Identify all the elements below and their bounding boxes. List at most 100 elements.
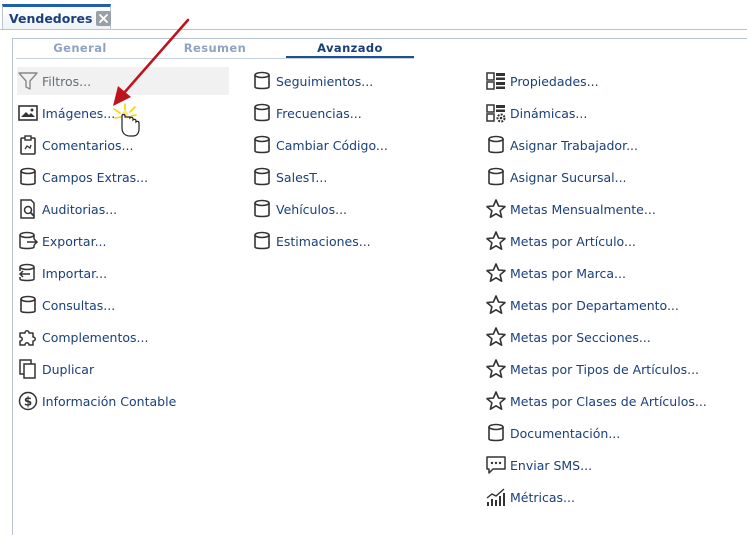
- database-icon: [251, 166, 273, 188]
- export-icon: [17, 230, 39, 252]
- database-icon: [251, 230, 273, 252]
- menu-item-dinamicas[interactable]: Dinámicas...: [485, 99, 587, 127]
- tab-resumen[interactable]: Resumen: [150, 40, 280, 59]
- dollar-icon: $: [17, 390, 39, 412]
- dynamic-icon: [485, 102, 507, 124]
- menu-item-label: Duplicar: [42, 361, 95, 377]
- menu-item-salest[interactable]: SalesT...: [251, 163, 327, 191]
- menu-item-propiedades[interactable]: Propiedades...: [485, 67, 599, 95]
- menu-item-vehiculos[interactable]: Vehículos...: [251, 195, 347, 223]
- menu-item-estimaciones[interactable]: Estimaciones...: [251, 227, 371, 255]
- database-icon: [251, 198, 273, 220]
- menu-item-metas-por-tipos-de-articulos[interactable]: Metas por Tipos de Artículos...: [485, 355, 699, 383]
- menu-item-label: Propiedades...: [510, 73, 599, 89]
- database-icon: [17, 294, 39, 316]
- star-icon: [485, 326, 507, 348]
- menu-item-campos-extras[interactable]: Campos Extras...: [17, 163, 148, 191]
- menu-item-complementos[interactable]: Complementos...: [17, 323, 148, 351]
- star-icon: [485, 358, 507, 380]
- puzzle-icon: [17, 326, 39, 348]
- menu-item-label: Importar...: [42, 265, 108, 281]
- tab-avanzado[interactable]: Avanzado: [286, 40, 414, 59]
- menu-item-label: Campos Extras...: [42, 169, 149, 185]
- menu-item-consultas[interactable]: Consultas...: [17, 291, 115, 319]
- star-icon: [485, 294, 507, 316]
- menu-item-enviar-sms[interactable]: Enviar SMS...: [485, 451, 592, 479]
- star-icon: [485, 198, 507, 220]
- audit-icon: [17, 198, 39, 220]
- window-tab-vendedores[interactable]: Vendedores: [2, 4, 111, 29]
- menu-item-label: Asignar Sucursal...: [510, 169, 627, 185]
- database-icon: [251, 70, 273, 92]
- menu-item-cambiar-codigo[interactable]: Cambiar Código...: [251, 131, 388, 159]
- tab-strip-divider: [0, 29, 747, 30]
- menu-item-label: Metas por Tipos de Artículos...: [510, 361, 700, 377]
- clipboard-icon: [17, 134, 39, 156]
- menu-item-asignar-trabajador[interactable]: Asignar Trabajador...: [485, 131, 638, 159]
- menu-item-asignar-sucursal[interactable]: Asignar Sucursal...: [485, 163, 627, 191]
- menu-item-label: Métricas...: [510, 489, 575, 505]
- import-icon: [17, 262, 39, 284]
- menu-item-label: Complementos...: [42, 329, 149, 345]
- menu-item-metas-por-secciones[interactable]: Metas por Secciones...: [485, 323, 651, 351]
- menu-item-imagenes[interactable]: Imágenes...: [17, 99, 115, 127]
- menu-item-frecuencias[interactable]: Frecuencias...: [251, 99, 362, 127]
- menu-item-auditorias[interactable]: Auditorias...: [17, 195, 117, 223]
- menu-item-label: SalesT...: [276, 169, 328, 185]
- database-icon: [485, 134, 507, 156]
- menu-item-label: Filtros...: [42, 73, 92, 89]
- menu-item-importar[interactable]: Importar...: [17, 259, 107, 287]
- menu-item-informacion-contable[interactable]: $ Información Contable: [17, 387, 176, 415]
- menu-item-label: Vehículos...: [276, 201, 348, 217]
- database-icon: [251, 102, 273, 124]
- properties-icon: [485, 70, 507, 92]
- menu-item-label: Auditorias...: [42, 201, 118, 217]
- menu-item-label: Seguimientos...: [276, 73, 374, 89]
- sms-icon: [485, 454, 507, 476]
- menu-item-label: Cambiar Código...: [276, 137, 388, 153]
- star-icon: [485, 230, 507, 252]
- tab-general[interactable]: General: [16, 40, 144, 59]
- menu-item-label: Metas por Artículo...: [510, 233, 636, 249]
- image-icon: [17, 102, 39, 124]
- menu-item-label: Enviar SMS...: [510, 457, 593, 473]
- database-icon: [485, 422, 507, 444]
- chart-icon: [485, 486, 507, 508]
- menu-item-metricas[interactable]: Métricas...: [485, 483, 575, 511]
- menu-item-documentacion[interactable]: Documentación...: [485, 419, 620, 447]
- menu-item-metas-por-marca[interactable]: Metas por Marca...: [485, 259, 626, 287]
- menu-item-label: Consultas...: [42, 297, 116, 313]
- menu-item-metas-mensualmente[interactable]: Metas Mensualmente...: [485, 195, 656, 223]
- menu-item-seguimientos[interactable]: Seguimientos...: [251, 67, 373, 95]
- menu-item-label: Frecuencias...: [276, 105, 362, 121]
- subtab-bar: General Resumen Avanzado: [16, 40, 416, 59]
- database-icon: [485, 166, 507, 188]
- menu-item-label: Documentación...: [510, 425, 621, 441]
- menu-item-label: Asignar Trabajador...: [510, 137, 638, 153]
- menu-item-filtros[interactable]: Filtros...: [17, 67, 229, 95]
- menu-item-metas-por-clases-de-articulos[interactable]: Metas por Clases de Artículos...: [485, 387, 707, 415]
- filter-icon: [17, 70, 39, 92]
- menu-item-metas-por-articulo[interactable]: Metas por Artículo...: [485, 227, 636, 255]
- copy-icon: [17, 358, 39, 380]
- svg-text:$: $: [24, 395, 32, 409]
- menu-item-label: Estimaciones...: [276, 233, 371, 249]
- menu-item-label: Exportar...: [42, 233, 107, 249]
- menu-item-exportar[interactable]: Exportar...: [17, 227, 107, 255]
- menu-item-label: Comentarios...: [42, 137, 134, 153]
- menu-item-label: Metas por Secciones...: [510, 329, 651, 345]
- close-icon[interactable]: [96, 11, 111, 26]
- menu-item-comentarios[interactable]: Comentarios...: [17, 131, 133, 159]
- subtab-divider: [16, 58, 414, 59]
- menu-item-label: Metas por Marca...: [510, 265, 626, 281]
- menu-item-label: Información Contable: [42, 393, 177, 409]
- menu-item-label: Metas Mensualmente...: [510, 201, 656, 217]
- menu-item-metas-por-departamento[interactable]: Metas por Departamento...: [485, 291, 679, 319]
- star-icon: [485, 262, 507, 284]
- menu-item-label: Metas por Departamento...: [510, 297, 679, 313]
- menu-item-duplicar[interactable]: Duplicar: [17, 355, 94, 383]
- menu-item-label: Imágenes...: [42, 105, 116, 121]
- database-icon: [251, 134, 273, 156]
- content-panel: [12, 38, 747, 535]
- menu-item-label: Metas por Clases de Artículos...: [510, 393, 707, 409]
